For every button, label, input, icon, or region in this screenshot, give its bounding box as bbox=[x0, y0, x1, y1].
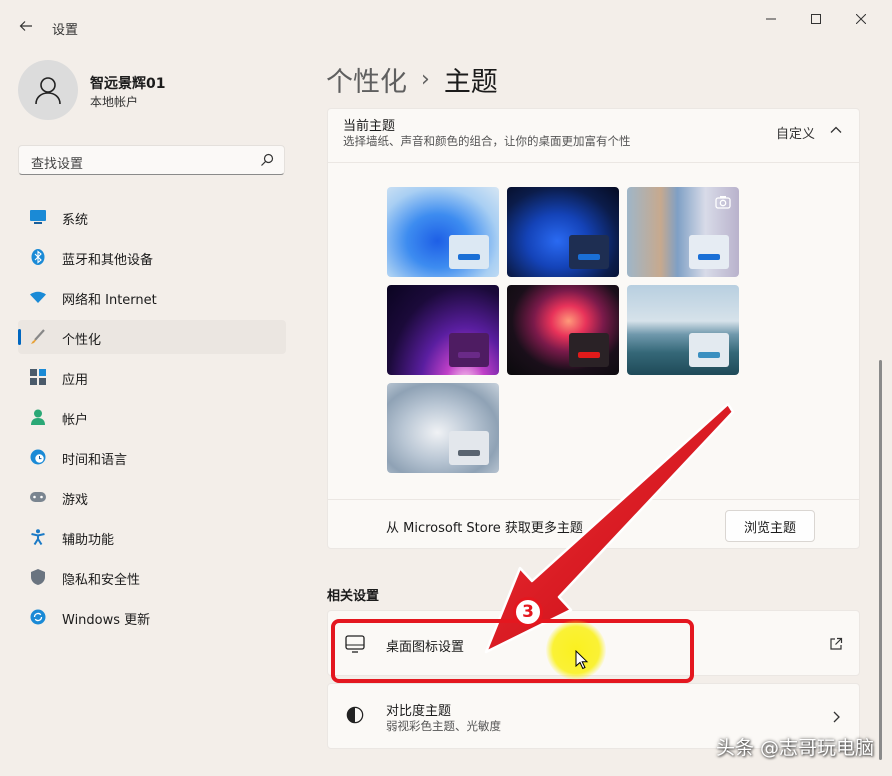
contrast-themes-sublabel: 弱视彩色主题、光敏度 bbox=[386, 719, 501, 733]
chevron-right-icon bbox=[833, 711, 840, 723]
current-theme-state: 自定义 bbox=[775, 127, 815, 142]
sidebar-item-label: 网络和 Internet bbox=[62, 293, 157, 308]
theme-preview-window bbox=[569, 235, 609, 269]
sidebar-item-windows-update[interactable]: Windows 更新 bbox=[18, 600, 286, 634]
gamepad-icon bbox=[30, 489, 46, 505]
sidebar-item-bluetooth[interactable]: 蓝牙和其他设备 bbox=[18, 240, 286, 274]
contrast-icon bbox=[346, 706, 364, 724]
apps-icon bbox=[30, 369, 46, 385]
back-button[interactable] bbox=[14, 14, 38, 38]
back-arrow-icon bbox=[19, 21, 32, 31]
theme-thumbnail[interactable] bbox=[507, 187, 619, 277]
shield-icon bbox=[30, 569, 46, 585]
user-name: 智远景辉01 bbox=[90, 76, 166, 92]
theme-thumbnail[interactable] bbox=[387, 285, 499, 375]
current-theme-title: 当前主题 bbox=[343, 119, 396, 134]
sidebar-item-time-language[interactable]: 时间和语言 bbox=[18, 440, 286, 474]
theme-preview-window bbox=[449, 333, 489, 367]
theme-preview-window bbox=[689, 333, 729, 367]
sidebar-item-personalization[interactable]: 个性化 bbox=[18, 320, 286, 354]
related-settings-heading: 相关设置 bbox=[327, 589, 380, 604]
app-title: 设置 bbox=[52, 23, 79, 38]
sidebar-item-accessibility[interactable]: 辅助功能 bbox=[18, 520, 286, 554]
theme-preview-window bbox=[449, 431, 489, 465]
person-avatar-icon bbox=[35, 77, 61, 105]
brush-icon bbox=[30, 329, 46, 345]
search-input[interactable]: 查找设置 bbox=[18, 145, 285, 175]
minimize-button[interactable] bbox=[756, 8, 786, 30]
desktop-icon-settings-label: 桌面图标设置 bbox=[386, 640, 465, 655]
theme-gallery bbox=[387, 187, 747, 487]
search-icon bbox=[261, 153, 274, 166]
store-text: 从 Microsoft Store 获取更多主题 bbox=[386, 521, 583, 536]
wifi-icon bbox=[30, 289, 46, 305]
sidebar-item-network[interactable]: 网络和 Internet bbox=[18, 280, 286, 314]
sidebar-item-label: 蓝牙和其他设备 bbox=[62, 253, 154, 268]
breadcrumb-parent[interactable]: 个性化 bbox=[326, 60, 407, 99]
maximize-icon bbox=[811, 14, 821, 24]
open-external-icon bbox=[830, 637, 843, 650]
avatar[interactable] bbox=[18, 60, 78, 120]
current-theme-card: 当前主题 选择墙纸、声音和颜色的组合，让你的桌面更加富有个性 自定义 从 Mic… bbox=[327, 108, 860, 549]
monitor-icon bbox=[30, 209, 46, 225]
title-bar: 设置 bbox=[0, 0, 892, 48]
page-title: 主题 bbox=[443, 67, 498, 98]
sidebar-item-label: 游戏 bbox=[62, 493, 89, 508]
sidebar-item-accounts[interactable]: 帐户 bbox=[18, 400, 286, 434]
sidebar-item-label: 辅助功能 bbox=[62, 533, 115, 548]
sidebar-item-label: 隐私和安全性 bbox=[62, 573, 141, 588]
close-button[interactable] bbox=[846, 8, 876, 30]
minimize-icon bbox=[766, 18, 776, 20]
monitor-outline-icon bbox=[345, 635, 365, 653]
theme-thumbnail[interactable] bbox=[627, 285, 739, 375]
theme-preview-window bbox=[569, 333, 609, 367]
sidebar-item-label: 时间和语言 bbox=[62, 453, 128, 468]
contrast-themes-row[interactable]: 对比度主题 弱视彩色主题、光敏度 bbox=[327, 683, 860, 749]
browse-themes-button[interactable]: 浏览主题 bbox=[725, 510, 815, 542]
theme-thumbnail[interactable] bbox=[387, 187, 499, 277]
sidebar-item-privacy[interactable]: 隐私和安全性 bbox=[18, 560, 286, 594]
close-icon bbox=[856, 14, 866, 24]
sidebar-item-system[interactable]: 系统 bbox=[18, 200, 286, 234]
theme-preview-window bbox=[449, 235, 489, 269]
theme-thumbnail[interactable] bbox=[507, 285, 619, 375]
bluetooth-icon bbox=[30, 249, 46, 265]
sidebar-item-apps[interactable]: 应用 bbox=[18, 360, 286, 394]
camera-icon bbox=[715, 196, 731, 209]
breadcrumb: 个性化 › 主题 bbox=[326, 60, 498, 99]
desktop-icon-settings-row[interactable]: 桌面图标设置 bbox=[327, 610, 860, 676]
search-placeholder: 查找设置 bbox=[31, 157, 84, 172]
sidebar-item-label: 应用 bbox=[62, 373, 89, 388]
breadcrumb-separator: › bbox=[421, 67, 430, 92]
sidebar-item-label: Windows 更新 bbox=[62, 613, 151, 628]
theme-thumbnail[interactable] bbox=[627, 187, 739, 277]
theme-store-row: 从 Microsoft Store 获取更多主题 浏览主题 bbox=[328, 499, 859, 550]
sidebar-item-label: 系统 bbox=[62, 213, 89, 228]
theme-thumbnail[interactable] bbox=[387, 383, 499, 473]
scrollbar[interactable] bbox=[879, 360, 882, 760]
theme-preview-window bbox=[689, 235, 729, 269]
update-icon bbox=[30, 609, 46, 625]
clock-globe-icon bbox=[30, 449, 46, 465]
accessibility-icon bbox=[30, 529, 46, 545]
maximize-button[interactable] bbox=[801, 8, 831, 30]
current-theme-subtitle: 选择墙纸、声音和颜色的组合，让你的桌面更加富有个性 bbox=[343, 134, 631, 148]
sidebar-item-gaming[interactable]: 游戏 bbox=[18, 480, 286, 514]
sidebar-nav: 系统 蓝牙和其他设备 网络和 Internet 个性化 应用 帐户 时间和语言 … bbox=[18, 200, 286, 640]
sidebar-item-label: 帐户 bbox=[62, 413, 89, 428]
current-theme-header[interactable]: 当前主题 选择墙纸、声音和颜色的组合，让你的桌面更加富有个性 自定义 bbox=[328, 109, 859, 163]
chevron-up-icon[interactable] bbox=[829, 123, 843, 137]
account-type: 本地帐户 bbox=[90, 95, 139, 109]
sidebar-item-label: 个性化 bbox=[62, 333, 102, 348]
person-icon bbox=[30, 409, 46, 425]
contrast-themes-label: 对比度主题 bbox=[386, 704, 452, 719]
